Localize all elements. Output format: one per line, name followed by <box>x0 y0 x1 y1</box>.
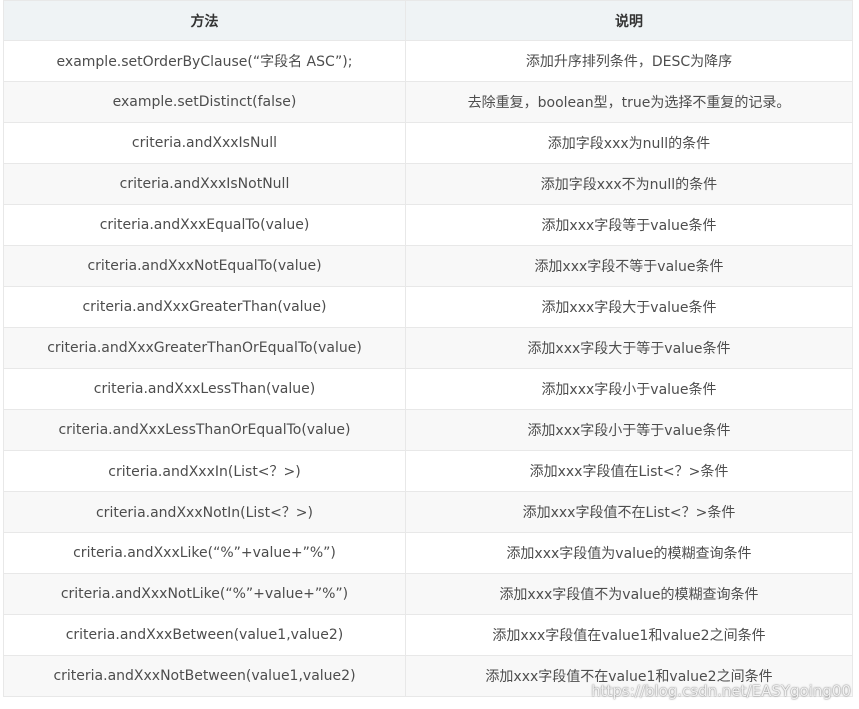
table-row: criteria.andXxxEqualTo(value) 添加xxx字段等于v… <box>3 204 853 246</box>
table-row: criteria.andXxxBetween(value1,value2) 添加… <box>3 614 853 656</box>
table-row: criteria.andXxxGreaterThan(value) 添加xxx字… <box>3 286 853 328</box>
method-cell: criteria.andXxxGreaterThan(value) <box>3 286 406 328</box>
description-cell: 添加xxx字段值不在List<？>条件 <box>405 491 853 533</box>
header-method: 方法 <box>3 0 406 41</box>
method-cell: criteria.andXxxNotEqualTo(value) <box>3 245 406 287</box>
table-row: criteria.andXxxNotEqualTo(value) 添加xxx字段… <box>3 245 853 287</box>
method-cell: criteria.andXxxLessThan(value) <box>3 368 406 410</box>
description-cell: 添加xxx字段不等于value条件 <box>405 245 853 287</box>
description-cell: 添加xxx字段小于等于value条件 <box>405 409 853 451</box>
method-cell: criteria.andXxxLike(“%”+value+”%”) <box>3 532 406 574</box>
method-cell: criteria.andXxxBetween(value1,value2) <box>3 614 406 656</box>
description-cell: 添加xxx字段等于value条件 <box>405 204 853 246</box>
description-cell: 添加xxx字段值不为value的模糊查询条件 <box>405 573 853 615</box>
method-cell: criteria.andXxxNotBetween(value1,value2) <box>3 655 406 697</box>
header-description: 说明 <box>405 0 853 41</box>
page: 方法 说明 example.setOrderByClause(“字段名 ASC”… <box>0 0 859 709</box>
table-header-row: 方法 说明 <box>3 0 853 41</box>
method-cell: criteria.andXxxLessThanOrEqualTo(value) <box>3 409 406 451</box>
table-row: criteria.andXxxNotIn(List<？>) 添加xxx字段值不在… <box>3 491 853 533</box>
table-row: criteria.andXxxIsNull 添加字段xxx为null的条件 <box>3 122 853 164</box>
method-cell: criteria.andXxxIn(List<？>) <box>3 450 406 492</box>
table-row: criteria.andXxxIn(List<？>) 添加xxx字段值在List… <box>3 450 853 492</box>
method-cell: criteria.andXxxIsNotNull <box>3 163 406 205</box>
description-cell: 添加xxx字段小于value条件 <box>405 368 853 410</box>
table-row: criteria.andXxxGreaterThanOrEqualTo(valu… <box>3 327 853 369</box>
table-row: criteria.andXxxLessThanOrEqualTo(value) … <box>3 409 853 451</box>
table-row: example.setDistinct(false) 去除重复，boolean型… <box>3 81 853 123</box>
description-cell: 去除重复，boolean型，true为选择不重复的记录。 <box>405 81 853 123</box>
method-cell: criteria.andXxxNotLike(“%”+value+”%”) <box>3 573 406 615</box>
description-cell: 添加xxx字段值在List<？>条件 <box>405 450 853 492</box>
table-row: criteria.andXxxLike(“%”+value+”%”) 添加xxx… <box>3 532 853 574</box>
table-row: criteria.andXxxIsNotNull 添加字段xxx不为null的条… <box>3 163 853 205</box>
method-cell: criteria.andXxxNotIn(List<？>) <box>3 491 406 533</box>
table-row: example.setOrderByClause(“字段名 ASC”); 添加升… <box>3 40 853 82</box>
method-cell: example.setDistinct(false) <box>3 81 406 123</box>
watermark: https://blog.csdn.net/EASYgoing00 <box>591 682 851 700</box>
description-cell: 添加字段xxx不为null的条件 <box>405 163 853 205</box>
method-cell: criteria.andXxxIsNull <box>3 122 406 164</box>
description-cell: 添加字段xxx为null的条件 <box>405 122 853 164</box>
method-cell: criteria.andXxxEqualTo(value) <box>3 204 406 246</box>
methods-table: 方法 说明 example.setOrderByClause(“字段名 ASC”… <box>3 0 853 697</box>
table-row: criteria.andXxxLessThan(value) 添加xxx字段小于… <box>3 368 853 410</box>
description-cell: 添加升序排列条件，DESC为降序 <box>405 40 853 82</box>
method-cell: example.setOrderByClause(“字段名 ASC”); <box>3 40 406 82</box>
table-row: criteria.andXxxNotLike(“%”+value+”%”) 添加… <box>3 573 853 615</box>
description-cell: 添加xxx字段值在value1和value2之间条件 <box>405 614 853 656</box>
description-cell: 添加xxx字段大于value条件 <box>405 286 853 328</box>
description-cell: 添加xxx字段大于等于value条件 <box>405 327 853 369</box>
description-cell: 添加xxx字段值为value的模糊查询条件 <box>405 532 853 574</box>
method-cell: criteria.andXxxGreaterThanOrEqualTo(valu… <box>3 327 406 369</box>
